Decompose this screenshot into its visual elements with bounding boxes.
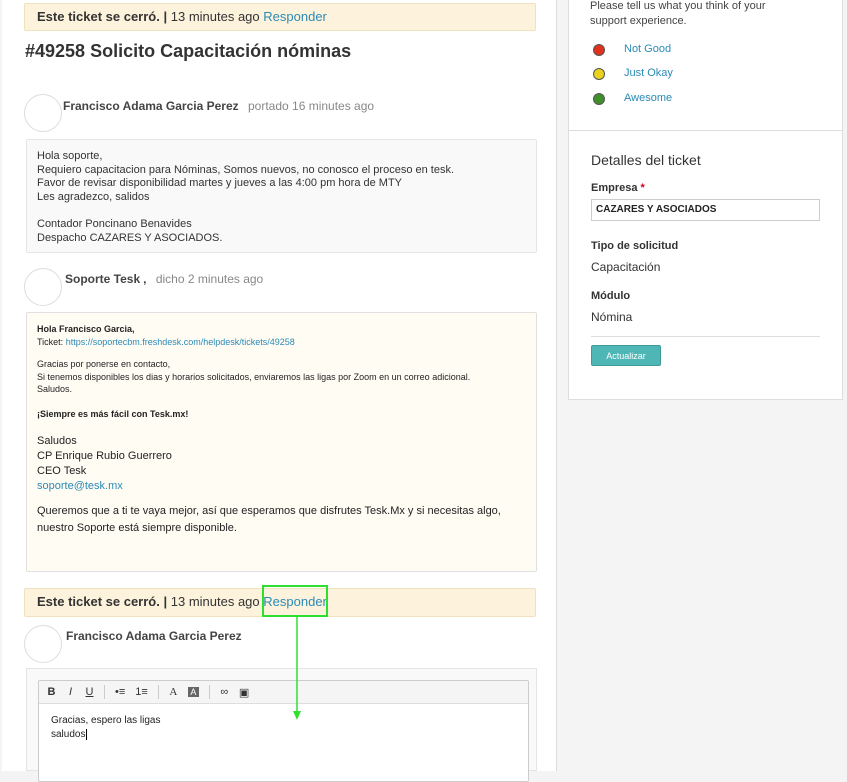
feedback-label[interactable]: Just Okay xyxy=(624,67,673,79)
feedback-label[interactable]: Not Good xyxy=(624,43,671,55)
tipo-value: Capacitación xyxy=(591,260,661,274)
feedback-label[interactable]: Awesome xyxy=(624,92,672,104)
required-marker: * xyxy=(640,182,645,194)
update-button[interactable]: Actualizar xyxy=(591,345,661,366)
empresa-label: Empresa * xyxy=(591,182,645,194)
modulo-value: Nómina xyxy=(591,310,633,324)
modulo-label: Módulo xyxy=(591,290,631,302)
feedback-intro: Please tell us what you think of your su… xyxy=(590,0,765,29)
tipo-label: Tipo de solicitud xyxy=(591,240,679,252)
ticket-details-panel: Detalles del ticket Empresa * CAZARES Y … xyxy=(568,130,843,400)
green-circle-icon xyxy=(593,93,605,105)
red-circle-icon xyxy=(593,44,605,56)
empresa-field[interactable]: CAZARES Y ASOCIADOS xyxy=(591,199,820,221)
details-title: Detalles del ticket xyxy=(591,152,701,168)
yellow-circle-icon xyxy=(593,68,605,80)
feedback-intro-line: support experience. xyxy=(590,15,687,27)
divider xyxy=(591,336,820,337)
feedback-panel: Please tell us what you think of your su… xyxy=(568,0,843,131)
feedback-intro-line: Please tell us what you think of your xyxy=(590,0,766,12)
